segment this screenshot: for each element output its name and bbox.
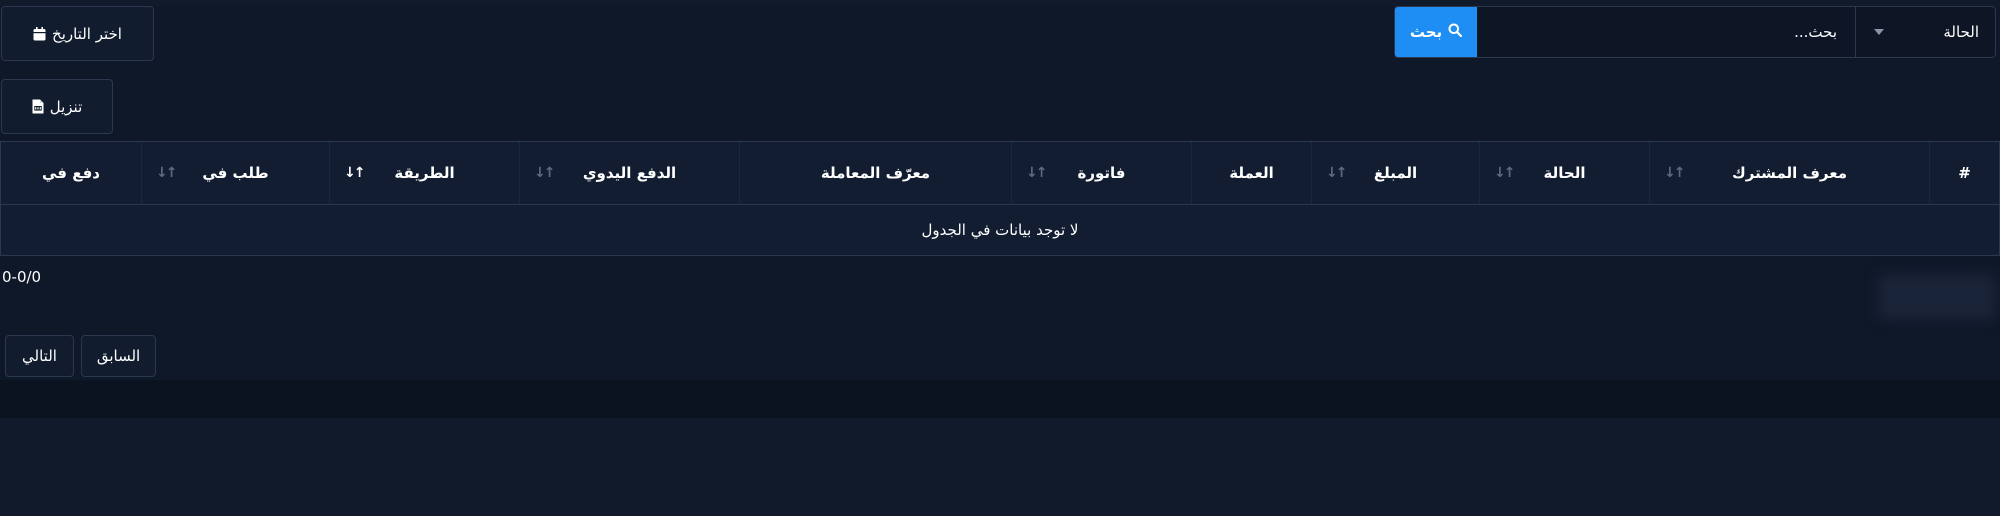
column-header-invoice[interactable]: فاتورة ↑↓ [1011,142,1191,204]
column-header-requested-at[interactable]: طلب في ↑↓ [141,142,329,204]
pagination-range: 0-0/0 [2,268,42,286]
sort-icon: ↑↓ [1664,165,1686,181]
sort-icon: ↑↓ [1026,165,1048,181]
search-button[interactable]: بحث [1395,7,1477,57]
footer-band [0,380,2000,418]
date-picker-button[interactable]: اختر التاريخ [1,6,154,61]
sort-icon: ↑↓ [1494,165,1516,181]
file-pdf-icon [32,99,44,114]
column-header-subscriber-id[interactable]: معرف المشترك ↑↓ [1649,142,1929,204]
filter-bar: الحالة بحث [1394,6,1996,58]
sort-icon: ↑↓ [156,165,178,181]
column-header-amount[interactable]: المبلغ ↑↓ [1311,142,1479,204]
column-header-status[interactable]: الحالة ↑↓ [1479,142,1649,204]
status-select[interactable]: الحالة [1855,7,1995,57]
status-select-label: الحالة [1943,23,1979,41]
next-page-button[interactable]: التالي [5,335,74,377]
calendar-icon [33,26,46,41]
column-header-currency[interactable]: العملة [1191,142,1311,204]
column-header-transaction-id[interactable]: معرّف المعاملة [739,142,1011,204]
sort-icon: ↑↓ [534,165,556,181]
search-button-label: بحث [1409,23,1443,41]
search-icon [1448,23,1463,41]
empty-table-message: لا توجد بيانات في الجدول [921,221,1079,239]
chevron-down-icon [1874,29,1884,35]
search-input[interactable] [1477,7,1855,57]
table-header: # معرف المشترك ↑↓ الحالة ↑↓ المبلغ ↑↓ ال… [1,142,1999,205]
date-picker-label: اختر التاريخ [52,24,122,43]
column-header-index[interactable]: # [1929,142,1999,204]
column-header-manual-payment[interactable]: الدفع اليدوي ↑↓ [519,142,739,204]
sort-desc-icon: ↑↓ [344,165,366,181]
download-button[interactable]: تنزيل [1,79,113,134]
transactions-table: # معرف المشترك ↑↓ الحالة ↑↓ المبلغ ↑↓ ال… [0,141,2000,256]
blurred-area [1878,274,1996,320]
sort-icon: ↑↓ [1326,165,1348,181]
column-header-paid-at[interactable]: دفع في [1,142,141,204]
column-header-method[interactable]: الطريقة ↑↓ [329,142,519,204]
download-label: تنزيل [49,97,83,116]
previous-page-button[interactable]: السابق [81,335,156,377]
